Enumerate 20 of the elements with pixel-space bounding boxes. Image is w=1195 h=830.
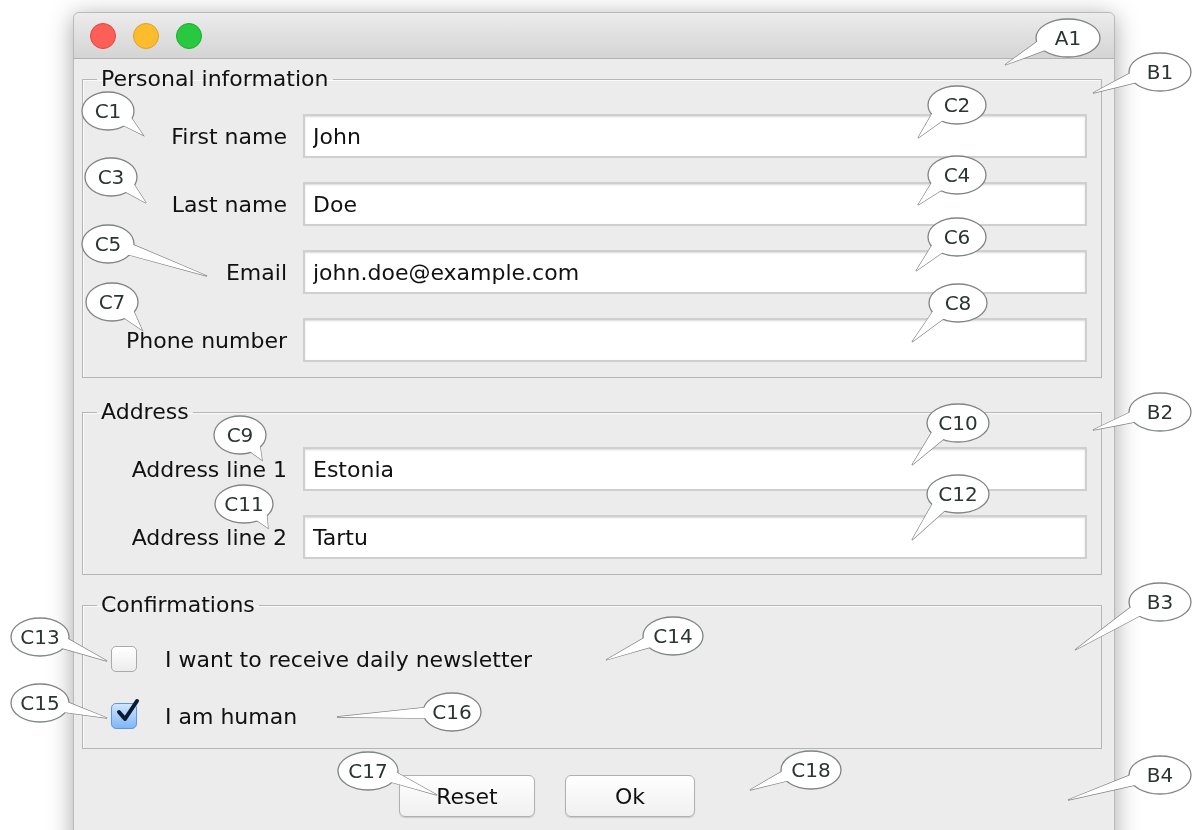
checkbox-label[interactable]: I am human (165, 703, 298, 729)
group-title: Address (100, 399, 190, 425)
dialog-button[interactable]: Reset (399, 775, 535, 817)
callout-bubble: C12 (911, 474, 990, 541)
zoom-button[interactable] (176, 22, 202, 49)
group-title: Personal information (100, 66, 330, 92)
field-label: Last name (171, 191, 287, 217)
text-field[interactable]: Doe (303, 182, 1087, 226)
checkbox[interactable] (111, 646, 137, 672)
minimize-button[interactable] (133, 22, 159, 49)
callout-bubble: C5 (81, 224, 208, 277)
checkbox-label[interactable]: I want to receive daily newsletter (165, 646, 533, 672)
dialog-button[interactable]: Ok (565, 775, 695, 817)
close-button[interactable] (90, 22, 116, 49)
callout-bubble: B3 (1074, 582, 1192, 651)
callout-bubble: B4 (1067, 755, 1192, 801)
field-label: First name (171, 123, 287, 149)
callout-bubble: C16 (336, 692, 482, 732)
field-label: Email (225, 259, 287, 285)
group-title: Confirmations (100, 592, 256, 618)
